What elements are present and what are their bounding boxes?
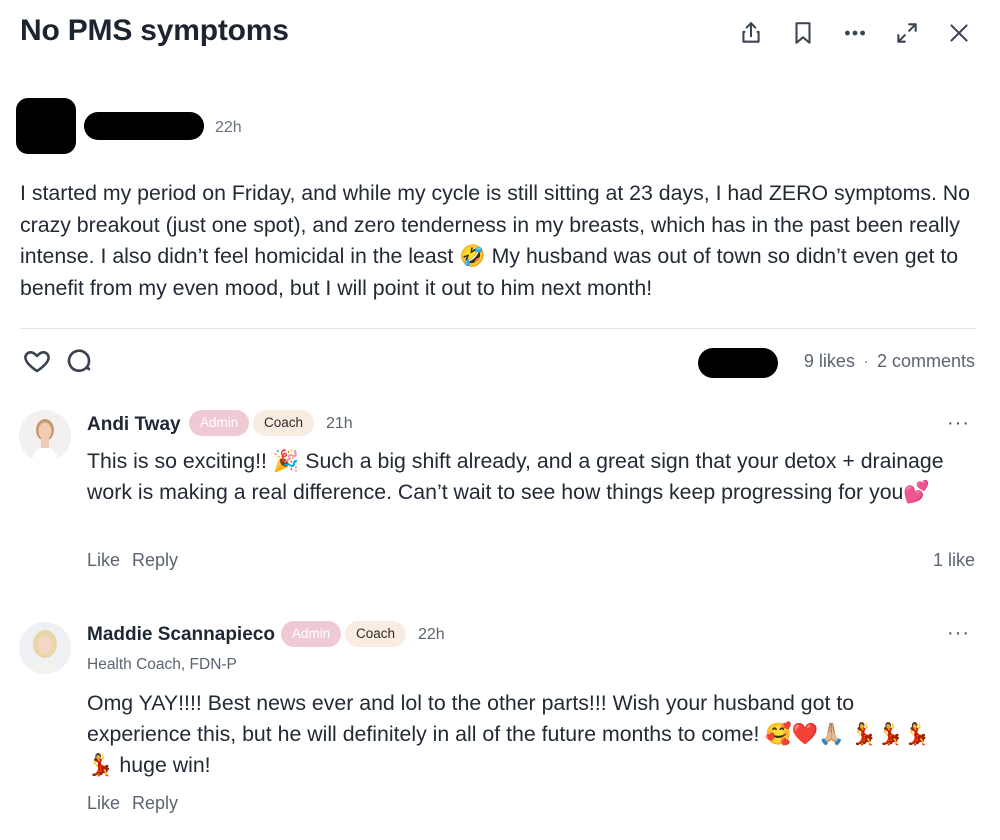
comment-text: Omg YAY!!!! Best news ever and lol to th… (87, 691, 931, 777)
expand-button[interactable] (890, 16, 924, 50)
post-toolbar (734, 16, 976, 50)
comment-more-button[interactable]: ··· (947, 412, 970, 435)
avatar[interactable] (19, 410, 71, 462)
comment-actions: Like Reply (87, 793, 178, 814)
coach-badge: Coach (253, 410, 315, 436)
author-subtitle: Health Coach, FDN-P (87, 656, 237, 673)
comment-reply-button[interactable]: Reply (132, 793, 178, 814)
admin-badge: Admin (189, 410, 250, 436)
comment-text: This is so exciting!! 🎉 Such a big shift… (87, 449, 944, 504)
bookmark-button[interactable] (786, 16, 820, 50)
coach-badge: Coach (345, 621, 407, 647)
comment-reply-button[interactable]: Reply (132, 550, 178, 571)
comment-like-button[interactable]: Like (87, 793, 120, 814)
post-body: I started my period on Friday, and while… (20, 181, 971, 300)
like-post-button[interactable] (22, 346, 52, 376)
comment-post-button[interactable] (64, 346, 94, 376)
author-name-redacted[interactable] (84, 112, 204, 140)
comment-timestamp: 22h (418, 626, 445, 643)
stats-separator: · (862, 351, 869, 371)
post-divider (20, 328, 976, 329)
author-avatar-redacted[interactable] (16, 98, 76, 154)
close-button[interactable] (942, 16, 976, 50)
bookmark-icon (795, 22, 811, 44)
comment-author[interactable]: Andi Tway (87, 414, 181, 436)
comments-count[interactable]: 2 comments (877, 351, 975, 372)
heart-icon (24, 350, 50, 373)
liker-avatars-redacted[interactable] (698, 348, 778, 378)
close-icon (950, 24, 968, 42)
comment-timestamp: 21h (326, 415, 353, 432)
avatar[interactable] (19, 622, 71, 674)
share-icon (742, 22, 760, 43)
comment-more-button[interactable]: ··· (947, 622, 970, 645)
post-stats: 9 likes · 2 comments (804, 351, 975, 372)
share-button[interactable] (734, 16, 768, 50)
expand-icon (897, 23, 917, 43)
likes-count[interactable]: 9 likes (804, 351, 855, 372)
admin-badge: Admin (281, 621, 342, 647)
comment-like-button[interactable]: Like (87, 550, 120, 571)
comment-likes-count[interactable]: 1 like (933, 550, 975, 571)
post-title: No PMS symptoms (20, 14, 289, 47)
comment-bubble-icon (67, 349, 91, 373)
more-options-button[interactable] (838, 16, 872, 50)
comment-author[interactable]: Maddie Scannapieco (87, 624, 275, 646)
more-icon (844, 30, 866, 36)
comment-actions: Like Reply (87, 550, 178, 571)
post-timestamp: 22h (215, 119, 242, 136)
